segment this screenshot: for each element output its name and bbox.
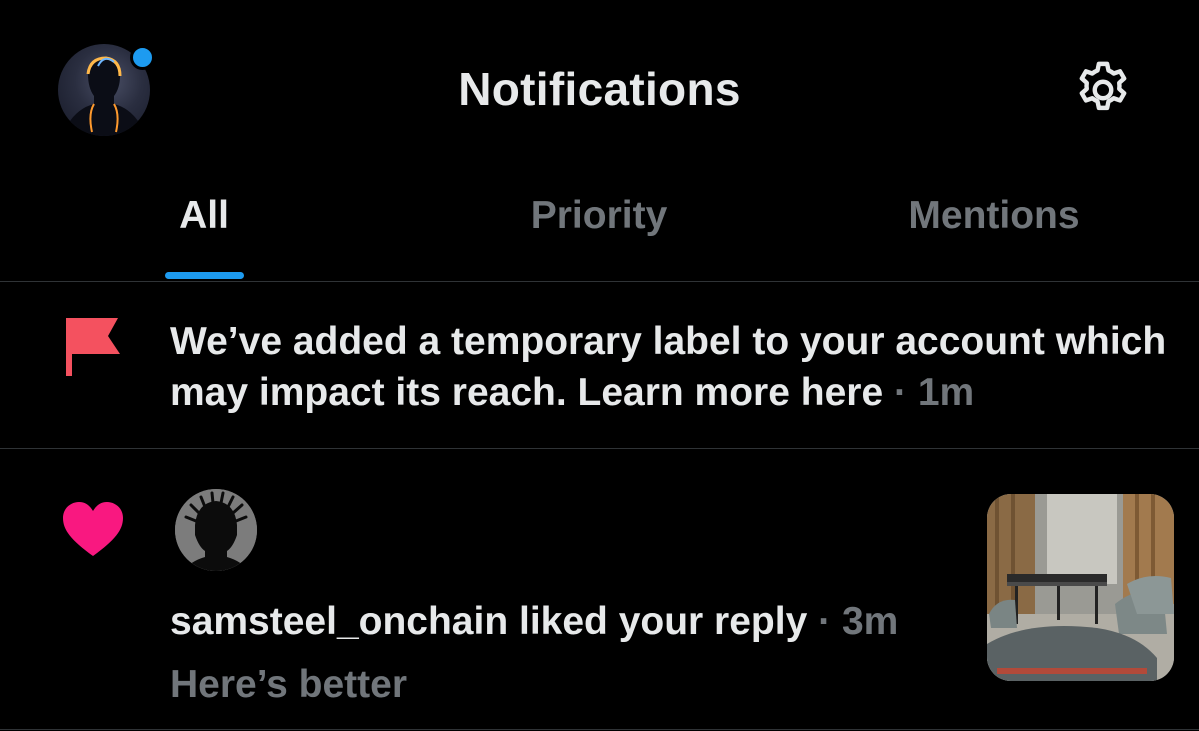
notifications-header: Notifications	[0, 0, 1199, 180]
notification-tabs: All Priority Mentions	[0, 180, 1199, 282]
liker-avatar[interactable]	[175, 489, 257, 571]
like-action-text: liked your reply	[519, 600, 808, 643]
tabs-divider	[0, 281, 1199, 282]
notification-time: 3m	[841, 600, 899, 643]
settings-button[interactable]	[1070, 57, 1136, 123]
liker-silhouette-icon	[175, 489, 257, 571]
like-summary: samsteel_onchain liked your reply · 3m	[170, 600, 898, 644]
label-warning-text: We’ve added a temporary label to your ac…	[170, 316, 1170, 418]
tab-priority[interactable]: Priority	[499, 194, 699, 254]
image-thumbnail[interactable]	[987, 494, 1174, 681]
notification-time: 1m	[917, 371, 975, 414]
liker-username[interactable]: samsteel_onchain	[170, 600, 508, 643]
time-separator: ·	[807, 600, 842, 643]
tab-mentions[interactable]: Mentions	[880, 194, 1108, 254]
liked-reply-text[interactable]: Here’s better	[170, 663, 407, 707]
time-separator: ·	[883, 371, 918, 414]
label-warning-message[interactable]: We’ve added a temporary label to your ac…	[170, 320, 1166, 414]
notification-divider-bottom	[0, 729, 1199, 730]
heart-icon	[61, 500, 125, 563]
active-tab-indicator	[165, 272, 244, 279]
cafe-photo-image	[987, 494, 1174, 681]
page-title: Notifications	[458, 63, 741, 115]
gear-icon	[1079, 61, 1127, 111]
flag-icon	[64, 316, 124, 383]
tab-all[interactable]: All	[130, 194, 278, 254]
